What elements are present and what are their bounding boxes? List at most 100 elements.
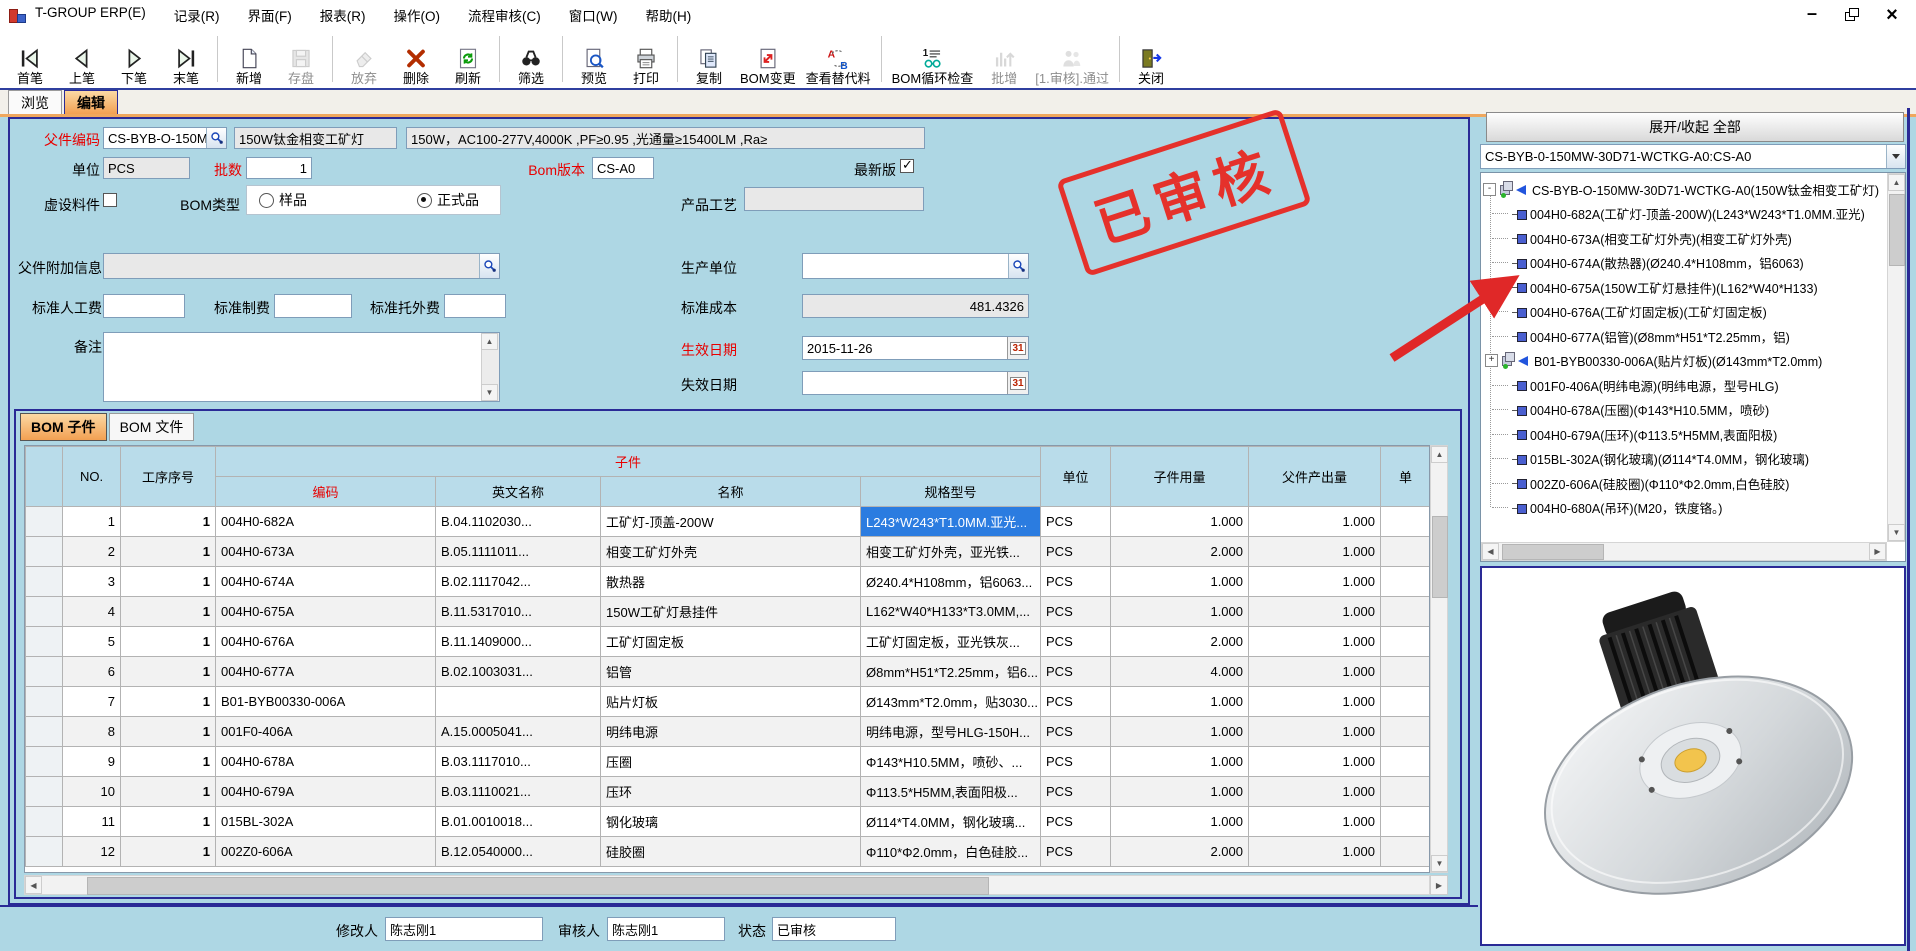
col-code[interactable]: 编码 (216, 477, 436, 507)
menu-item-1[interactable]: T-GROUP ERP(E) (35, 5, 146, 25)
cell-extra[interactable] (1381, 657, 1430, 687)
cell-extra[interactable] (1381, 597, 1430, 627)
bom-version-dropdown[interactable]: CS-BYB-0-150MW-30D71-WCTKG-A0:CS-A0 (1480, 144, 1906, 169)
toolbar-button-discard[interactable]: 放弃 (338, 32, 390, 86)
cell-name[interactable]: 150W工矿灯悬挂件 (601, 597, 861, 627)
cell-en[interactable]: B.04.1102030... (436, 507, 601, 537)
cell-sel[interactable] (26, 567, 63, 597)
cell-en[interactable]: B.12.0540000... (436, 837, 601, 867)
cell-qty[interactable]: 1.000 (1111, 717, 1249, 747)
cell-en[interactable]: B.03.1117010... (436, 747, 601, 777)
cell-sel[interactable] (26, 687, 63, 717)
cell-pqty[interactable]: 1.000 (1249, 597, 1381, 627)
cell-name[interactable]: 明纬电源 (601, 717, 861, 747)
toolbar-button-preview[interactable]: 预览 (568, 32, 620, 86)
toolbar-button-refresh[interactable]: 刷新 (442, 32, 494, 86)
cell-spec[interactable]: Ø143mm*T2.0mm，贴3030... (861, 687, 1041, 717)
menu-item-2[interactable]: 记录(R) (174, 5, 220, 25)
cell-pqty[interactable]: 1.000 (1249, 807, 1381, 837)
cell-code[interactable]: 004H0-676A (216, 627, 436, 657)
col-name[interactable]: 名称 (601, 477, 861, 507)
cell-seq[interactable]: 1 (121, 777, 216, 807)
cell-unit[interactable]: PCS (1041, 837, 1111, 867)
cell-extra[interactable] (1381, 537, 1430, 567)
cell-name[interactable]: 铝管 (601, 657, 861, 687)
radio-icon[interactable] (259, 193, 274, 208)
tree-horizontal-scrollbar[interactable]: ◀ ▶ (1481, 542, 1887, 561)
cell-pqty[interactable]: 1.000 (1249, 627, 1381, 657)
expand-collapse-all-button[interactable]: 展开/收起 全部 (1486, 112, 1904, 142)
cell-extra[interactable] (1381, 747, 1430, 777)
cell-en[interactable]: B.11.5317010... (436, 597, 601, 627)
bom-tab-files[interactable]: BOM 文件 (109, 413, 195, 441)
cell-en[interactable]: B.03.1110021... (436, 777, 601, 807)
cell-spec[interactable]: L162*W40*H133*T3.0MM,... (861, 597, 1041, 627)
cell-unit[interactable]: PCS (1041, 657, 1111, 687)
magnifier-icon[interactable] (206, 128, 226, 148)
radio-icon[interactable] (417, 193, 432, 208)
tree-root-node[interactable]: -CS-BYB-O-150MW-30D71-WCTKG-A0(150W钛金相变工… (1483, 177, 1885, 202)
cell-no[interactable]: 8 (63, 717, 121, 747)
cell-code[interactable]: 002Z0-606A (216, 837, 436, 867)
col-spec[interactable]: 规格型号 (861, 477, 1041, 507)
cell-spec[interactable]: Φ113.5*H5MM,表面阳极... (861, 777, 1041, 807)
cell-unit[interactable]: PCS (1041, 507, 1111, 537)
cell-seq[interactable]: 1 (121, 567, 216, 597)
tree-node[interactable]: 004H0-674A(散热器)(Ø240.4*H108mm，铝6063) (1483, 251, 1885, 276)
cell-code[interactable]: 004H0-675A (216, 597, 436, 627)
cell-no[interactable]: 5 (63, 627, 121, 657)
bom-version-field[interactable]: CS-A0 (592, 157, 654, 179)
menu-item-8[interactable]: 帮助(H) (646, 5, 692, 25)
cell-unit[interactable]: PCS (1041, 777, 1111, 807)
scrollbar-thumb[interactable] (1889, 194, 1905, 266)
virtual-part-checkbox[interactable] (103, 193, 117, 207)
cell-no[interactable]: 4 (63, 597, 121, 627)
col-en-name[interactable]: 英文名称 (436, 477, 601, 507)
col-seq[interactable]: 工序序号 (121, 447, 216, 507)
col-no[interactable]: NO. (63, 447, 121, 507)
cell-extra[interactable] (1381, 837, 1430, 867)
scrollbar-thumb[interactable] (1502, 544, 1604, 560)
cell-seq[interactable]: 1 (121, 837, 216, 867)
col-parent-qty[interactable]: 父件产出量 (1249, 447, 1381, 507)
toolbar-button-new[interactable]: 新增 (223, 32, 275, 86)
cell-qty[interactable]: 4.000 (1111, 657, 1249, 687)
cell-code[interactable]: 004H0-679A (216, 777, 436, 807)
menu-item-4[interactable]: 报表(R) (320, 5, 366, 25)
cell-seq[interactable]: 1 (121, 627, 216, 657)
cell-en[interactable]: B.05.1111011... (436, 537, 601, 567)
cell-unit[interactable]: PCS (1041, 717, 1111, 747)
cell-sel[interactable] (26, 627, 63, 657)
cell-extra[interactable] (1381, 627, 1430, 657)
cell-extra[interactable] (1381, 567, 1430, 597)
scrollbar-thumb[interactable] (1432, 516, 1448, 598)
cell-unit[interactable]: PCS (1041, 747, 1111, 777)
scroll-down-icon[interactable]: ▼ (481, 384, 498, 401)
cell-name[interactable]: 钢化玻璃 (601, 807, 861, 837)
cell-en[interactable]: B.02.1117042... (436, 567, 601, 597)
cell-code[interactable]: 001F0-406A (216, 717, 436, 747)
cell-sel[interactable] (26, 597, 63, 627)
cell-pqty[interactable]: 1.000 (1249, 717, 1381, 747)
toolbar-button-last[interactable]: 末笔 (160, 32, 212, 86)
cell-qty[interactable]: 1.000 (1111, 807, 1249, 837)
cell-code[interactable]: 004H0-677A (216, 657, 436, 687)
cell-en[interactable]: A.15.0005041... (436, 717, 601, 747)
cell-qty[interactable]: 2.000 (1111, 537, 1249, 567)
cell-pqty[interactable]: 1.000 (1249, 837, 1381, 867)
cell-qty[interactable]: 1.000 (1111, 777, 1249, 807)
cell-sel[interactable] (26, 717, 63, 747)
cell-seq[interactable]: 1 (121, 747, 216, 777)
cell-seq[interactable]: 1 (121, 507, 216, 537)
bom-tab-children[interactable]: BOM 子件 (20, 413, 107, 441)
mfg-cost-field[interactable] (274, 294, 352, 318)
tree-node[interactable]: +B01-BYB00330-006A(贴片灯板)(Ø143mm*T2.0mm) (1483, 349, 1885, 374)
cell-no[interactable]: 12 (63, 837, 121, 867)
cell-extra[interactable] (1381, 717, 1430, 747)
cell-unit[interactable]: PCS (1041, 567, 1111, 597)
scroll-right-icon[interactable]: ▶ (1430, 875, 1448, 895)
tree-node[interactable]: 015BL-302A(钢化玻璃)(Ø114*T4.0MM，钢化玻璃) (1483, 447, 1885, 472)
cell-sel[interactable] (26, 837, 63, 867)
calendar-icon[interactable] (1007, 337, 1028, 359)
cell-spec[interactable]: Ø240.4*H108mm，铝6063... (861, 567, 1041, 597)
